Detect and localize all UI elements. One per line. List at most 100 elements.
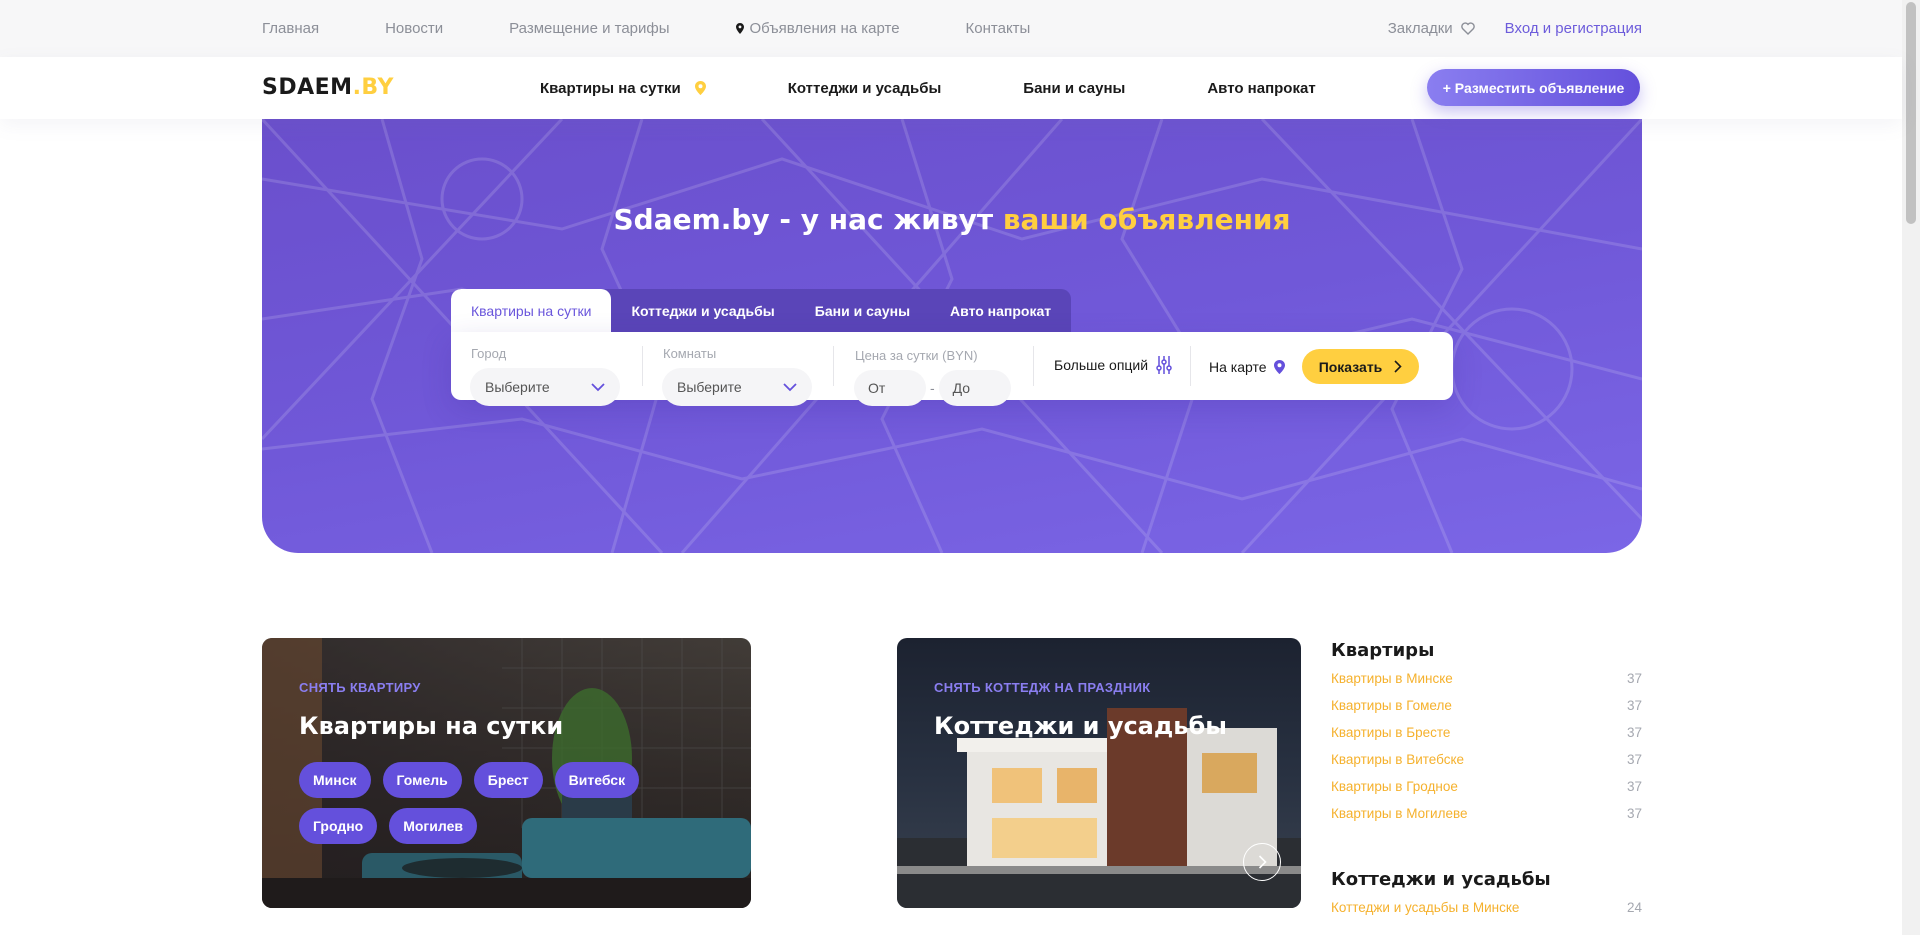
link-count: 37 <box>1626 779 1642 794</box>
list-item[interactable]: Квартиры в Гродное 37 <box>1331 779 1642 806</box>
main-nav-cars[interactable]: Авто напрокат <box>1207 80 1315 97</box>
show-button-label: Показать <box>1318 358 1383 375</box>
search-tabs: Квартиры на сутки Коттеджи и усадьбы Бан… <box>451 289 1072 332</box>
main-nav-apartments-label: Квартиры на сутки <box>540 79 681 97</box>
link-count: 37 <box>1626 806 1642 821</box>
next-arrow-button[interactable] <box>1243 843 1281 881</box>
link-name: Квартиры в Минске <box>1331 671 1453 686</box>
city-links: Квартиры Квартиры в Минске 37 Квартиры в … <box>1331 640 1642 927</box>
divider <box>1033 346 1034 386</box>
map-pin-icon <box>1273 360 1285 374</box>
tab-cottages[interactable]: Коттеджи и усадьбы <box>611 289 794 332</box>
chip-mogilev[interactable]: Могилев <box>389 808 477 844</box>
top-nav-tariffs[interactable]: Размещение и тарифы <box>509 20 669 37</box>
rooms-field: Комнаты Выберите <box>662 346 812 406</box>
main-nav-cottages[interactable]: Коттеджи и усадьбы <box>788 80 942 97</box>
hero-section: Sdaem.by - у нас живут ваши объявления К… <box>262 119 1642 553</box>
main-nav: Квартиры на сутки Коттеджи и усадьбы Бан… <box>540 57 1398 119</box>
main-nav-saunas[interactable]: Бани и сауны <box>1023 80 1125 97</box>
city-select[interactable]: Выберите <box>470 368 620 406</box>
tab-apartments[interactable]: Квартиры на сутки <box>451 289 612 332</box>
main-nav-apartments[interactable]: Квартиры на сутки <box>540 80 706 97</box>
link-count: 24 <box>1626 900 1642 915</box>
price-range: От - До <box>854 370 1011 406</box>
top-nav-home[interactable]: Главная <box>262 20 319 37</box>
on-map-label: На карте <box>1209 359 1267 375</box>
show-button[interactable]: Показать <box>1302 349 1419 384</box>
link-name: Квартиры в Бресте <box>1331 725 1451 740</box>
post-ad-button[interactable]: + Разместить объявление <box>1427 69 1640 106</box>
chip-minsk[interactable]: Минск <box>299 762 371 798</box>
top-nav-news[interactable]: Новости <box>385 20 443 37</box>
tab-cars[interactable]: Авто напрокат <box>930 289 1071 332</box>
link-count: 37 <box>1626 698 1642 713</box>
bookmarks-link[interactable]: Закладки <box>1388 20 1475 37</box>
chevron-down-icon <box>591 382 605 391</box>
list-item[interactable]: Коттеджи и усадьбы в Минске 24 <box>1331 900 1642 927</box>
city-chips: Минск Гомель Брест Витебск Гродно Могиле… <box>299 762 679 844</box>
top-nav: Главная Новости Размещение и тарифы Объя… <box>262 0 1096 57</box>
login-link[interactable]: Вход и регистрация <box>1505 20 1642 37</box>
rooms-select-value: Выберите <box>677 379 742 395</box>
top-bar: Главная Новости Размещение и тарифы Объя… <box>0 0 1902 57</box>
logo-accent: .BY <box>352 75 394 100</box>
link-name: Коттеджи и усадьбы в Минске <box>1331 900 1520 915</box>
apartments-links-title: Квартиры <box>1331 640 1435 661</box>
chevron-right-icon <box>1394 360 1402 373</box>
chevron-down-icon <box>783 382 797 391</box>
price-field: Цена за сутки (BYN) От - До <box>854 348 1011 406</box>
link-name: Квартиры в Гомеле <box>1331 698 1452 713</box>
hero-title-highlight: ваши объявления <box>1002 203 1291 236</box>
rooms-label: Комнаты <box>663 346 717 361</box>
apartments-card-title: Квартиры на сутки <box>299 712 564 740</box>
chip-vitebsk[interactable]: Витебск <box>554 762 640 798</box>
list-item[interactable]: Квартиры в Могилеве 37 <box>1331 806 1642 833</box>
cottages-card[interactable]: Снять коттедж на праздник Коттеджи и уса… <box>897 638 1301 908</box>
more-options-button[interactable]: Больше опций <box>1054 356 1172 374</box>
more-options-label: Больше опций <box>1054 357 1149 373</box>
main-header: SDAEM.BY Квартиры на сутки Коттеджи и ус… <box>0 57 1902 119</box>
apartments-card-kicker: Снять квартиру <box>299 680 421 695</box>
top-right: Закладки Вход и регистрация <box>1388 0 1642 57</box>
chip-grodno[interactable]: Гродно <box>299 808 378 844</box>
tab-saunas[interactable]: Бани и сауны <box>795 289 930 332</box>
cottage-photo <box>897 708 1301 908</box>
price-from-input[interactable]: От <box>854 370 926 406</box>
on-map-button[interactable]: На карте <box>1209 359 1285 375</box>
cottages-card-kicker: Снять коттедж на праздник <box>934 680 1151 695</box>
top-nav-contacts[interactable]: Контакты <box>966 20 1031 37</box>
chip-gomel[interactable]: Гомель <box>382 762 462 798</box>
top-nav-map-ads[interactable]: Объявления на карте <box>735 20 900 37</box>
logo-main: SDAEM <box>262 75 353 100</box>
city-label: Город <box>471 346 507 361</box>
list-item[interactable]: Квартиры в Витебске 37 <box>1331 752 1642 779</box>
list-item[interactable]: Квартиры в Бресте 37 <box>1331 725 1642 752</box>
chevron-right-icon <box>1258 855 1267 869</box>
apartments-card[interactable]: Снять квартиру Квартиры на сутки Минск Г… <box>262 638 751 908</box>
hero-title-plain: Sdaem.by - у нас живут <box>613 203 1003 236</box>
divider <box>642 346 643 386</box>
list-item[interactable]: Квартиры в Минске 37 <box>1331 671 1642 698</box>
link-name: Квартиры в Витебске <box>1331 752 1465 767</box>
price-to-input[interactable]: До <box>938 370 1011 406</box>
map-pin-icon <box>735 23 744 34</box>
cottages-card-title: Коттеджи и усадьбы <box>934 712 1227 740</box>
city-select-value: Выберите <box>485 379 550 395</box>
hero-title: Sdaem.by - у нас живут ваши объявления <box>262 203 1642 236</box>
filter-sliders-icon <box>1156 356 1172 374</box>
search-panel: Город Выберите Комнаты Выберите Цена за … <box>451 332 1453 406</box>
link-name: Квартиры в Могилеве <box>1331 806 1468 821</box>
scrollbar-thumb[interactable] <box>1906 2 1916 224</box>
page-scrollbar[interactable] <box>1902 0 1920 935</box>
top-nav-map-ads-label: Объявления на карте <box>749 20 900 37</box>
price-label: Цена за сутки (BYN) <box>855 348 978 363</box>
rooms-select[interactable]: Выберите <box>662 368 812 406</box>
list-item[interactable]: Квартиры в Гомеле 37 <box>1331 698 1642 725</box>
chip-brest[interactable]: Брест <box>473 762 543 798</box>
divider <box>833 346 834 386</box>
cottages-links-title: Коттеджи и усадьбы <box>1331 869 1551 890</box>
link-name: Квартиры в Гродное <box>1331 779 1458 794</box>
logo[interactable]: SDAEM.BY <box>262 75 394 100</box>
heart-icon <box>1460 22 1475 35</box>
bookmarks-label: Закладки <box>1387 20 1453 37</box>
